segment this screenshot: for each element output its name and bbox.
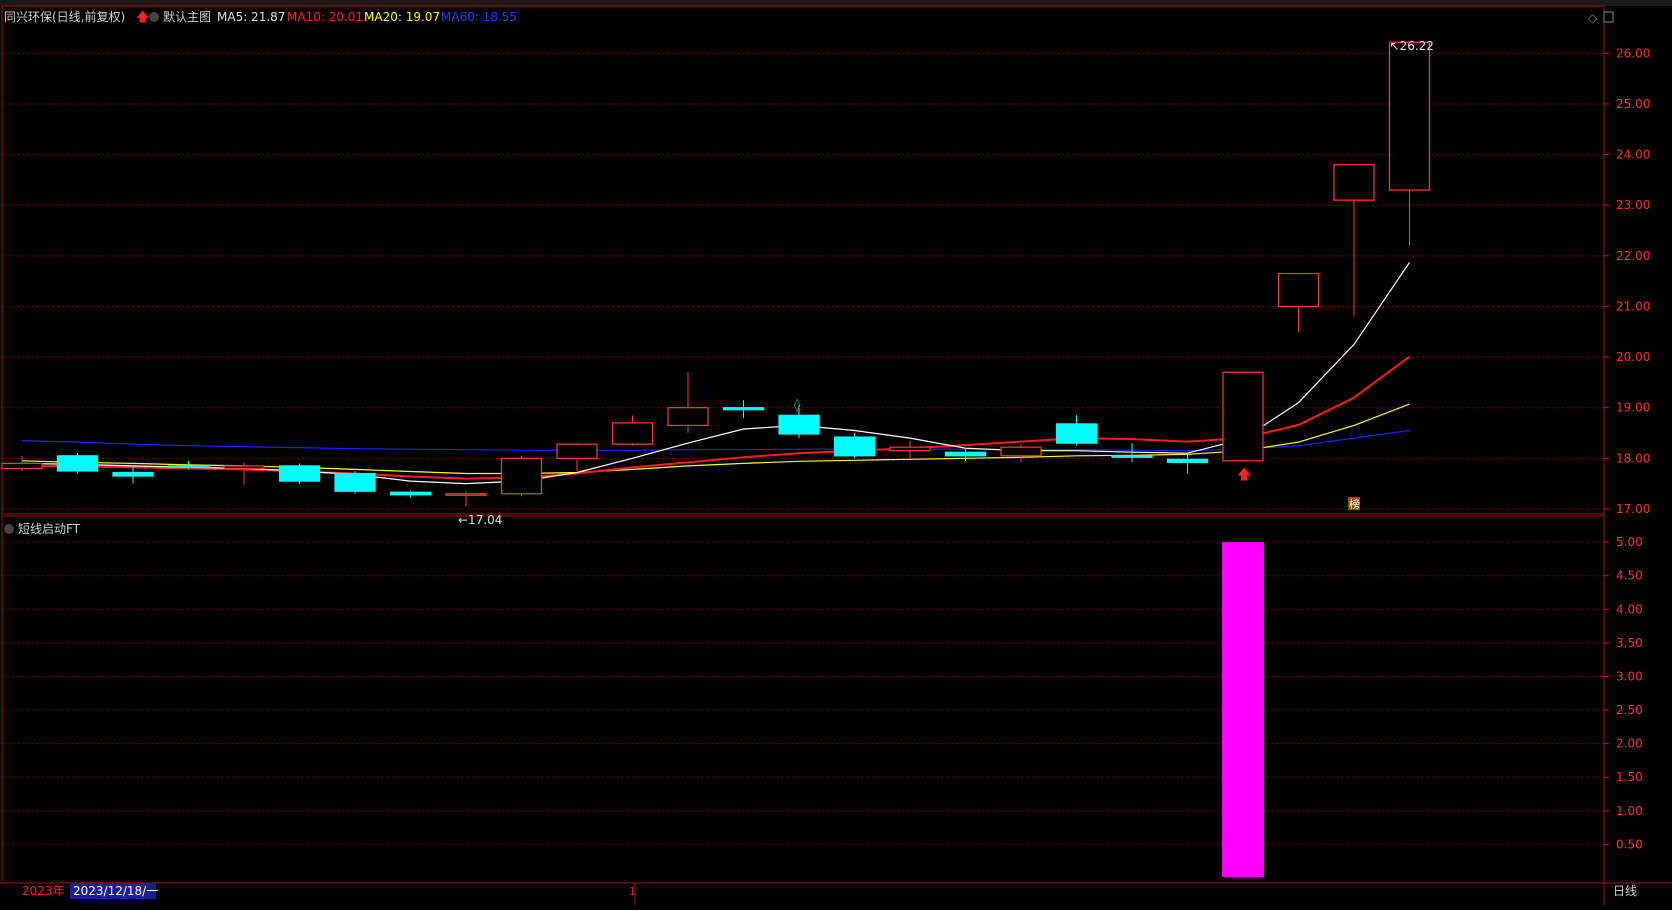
candle[interactable] [1222,371,1264,462]
y-tick-label: 21.00 [1616,299,1650,313]
candle-body-up [223,465,265,470]
dropdown-icon[interactable] [149,12,159,22]
indicator-tick-label: 3.00 [1616,669,1643,683]
candle-body-up [1388,41,1431,191]
candle[interactable] [56,453,99,474]
candle-body-down [833,436,876,457]
indicator-tick-label: 1.50 [1616,770,1643,784]
candle[interactable] [1333,164,1375,317]
low-price-label: ←17.04 [458,513,502,527]
candle[interactable] [1166,453,1209,474]
year-label: 2023年 [22,884,65,898]
ma20-line [21,403,1410,475]
candle[interactable] [389,490,432,498]
candle[interactable] [556,443,598,471]
candle-body-up [1277,272,1320,308]
candle-body-down [334,472,376,492]
ma60-label: MA60: 18.55 [441,10,517,24]
candle-body-down [56,455,99,472]
candle-body-up [500,457,543,495]
candle[interactable] [223,462,265,485]
stock-chart[interactable]: 26.00 25.00 24.00 23.00 22.00 21.00 20.00 19.00… [0,0,1672,910]
indicator-tick-label: 0.50 [1616,837,1643,851]
candle[interactable] [278,463,321,484]
candle[interactable] [667,372,709,433]
y-tick-label: 17.00 [1616,502,1650,516]
candle-body-down [167,465,210,469]
candle-body-up [889,446,931,452]
period-label[interactable]: 日线 [1613,884,1637,898]
candle[interactable] [833,433,876,459]
indicator-dropdown-icon[interactable] [4,524,14,534]
ma20-label: MA20: 19.07 [364,10,440,24]
chart-header: 同兴环保(日线,前复权) 🡅 默认主图 MA5: 21.87 MA10: 20.… [4,9,517,25]
candle[interactable] [334,470,376,494]
indicator-panel-frame [1,515,1605,884]
candle-body-down [278,465,321,482]
indicator-tick-label: 2.50 [1616,703,1643,717]
candle-body-up [1222,371,1264,462]
indicator-tick-label: 4.00 [1616,602,1643,616]
stock-name: 同兴环保(日线,前复权) [4,9,125,24]
candle-body-down [112,471,154,477]
date-label: 2023/12/18/一 [73,884,158,898]
candle[interactable] [722,400,765,418]
main-chart-label[interactable]: 默认主图 [163,9,211,24]
y-tick-label: 26.00 [1616,46,1650,60]
candle-body-up [1000,446,1042,457]
ma5-label: MA5: 21.87 [217,10,285,24]
indicator-bar[interactable] [1222,542,1264,877]
y-tick-label: 19.00 [1616,401,1650,415]
candle-body-down [944,451,987,457]
candle[interactable] [500,455,543,497]
indicator-tick-label: 1.00 [1616,804,1643,818]
diamond-icon[interactable]: ◇ [1588,11,1598,25]
indicator-tick-label: 4.50 [1616,569,1643,583]
candle-body-down [389,491,432,496]
y-tick-label: 18.00 [1616,451,1650,465]
candle-body-up [667,407,709,427]
candle-body-up [1333,164,1375,201]
high-price-label: ↖26.22 [1390,39,1434,53]
indicator-title: 短线启动FT [18,522,81,536]
y-tick-label: 24.00 [1616,148,1650,162]
indicator-tick-label: 2.00 [1616,737,1643,751]
indicator-tick-label: 5.00 [1616,535,1643,549]
candle[interactable] [445,491,487,507]
candle[interactable] [889,440,931,459]
candle-body-up [556,443,598,459]
candle[interactable] [611,415,654,446]
candle-body-up [611,422,654,445]
y-tick-label: 20.00 [1616,350,1650,364]
candle-body-down [778,414,820,435]
candle-body-up [1,462,43,470]
candle[interactable] [1000,444,1042,463]
y-tick-label: 23.00 [1616,198,1650,212]
green-signal-icon: ◊ [794,398,801,413]
y-tick-label: 25.00 [1616,97,1650,111]
y-tick-label: 22.00 [1616,249,1650,263]
ma10-label: MA10: 20.01 [287,10,363,24]
candle-body-down [1055,423,1098,444]
up-arrow-icon: 🡅 [136,10,149,25]
candle-body-down [722,407,765,411]
candle[interactable] [1277,272,1320,332]
restore-icon[interactable] [1603,11,1614,23]
indicator-tick-label: 3.50 [1616,636,1643,650]
candle-body-down [1111,455,1153,458]
candle[interactable] [1388,41,1431,246]
candle-body-down [1166,458,1209,463]
buy-signal-arrow-icon: 🡅 [1237,467,1251,483]
bang-badge[interactable]: 榜 [1349,497,1360,511]
candle[interactable] [1055,415,1098,446]
main-panel-frame [1,5,1605,515]
candle-body-up [445,493,487,496]
month-tick-label: 1 [629,885,636,898]
